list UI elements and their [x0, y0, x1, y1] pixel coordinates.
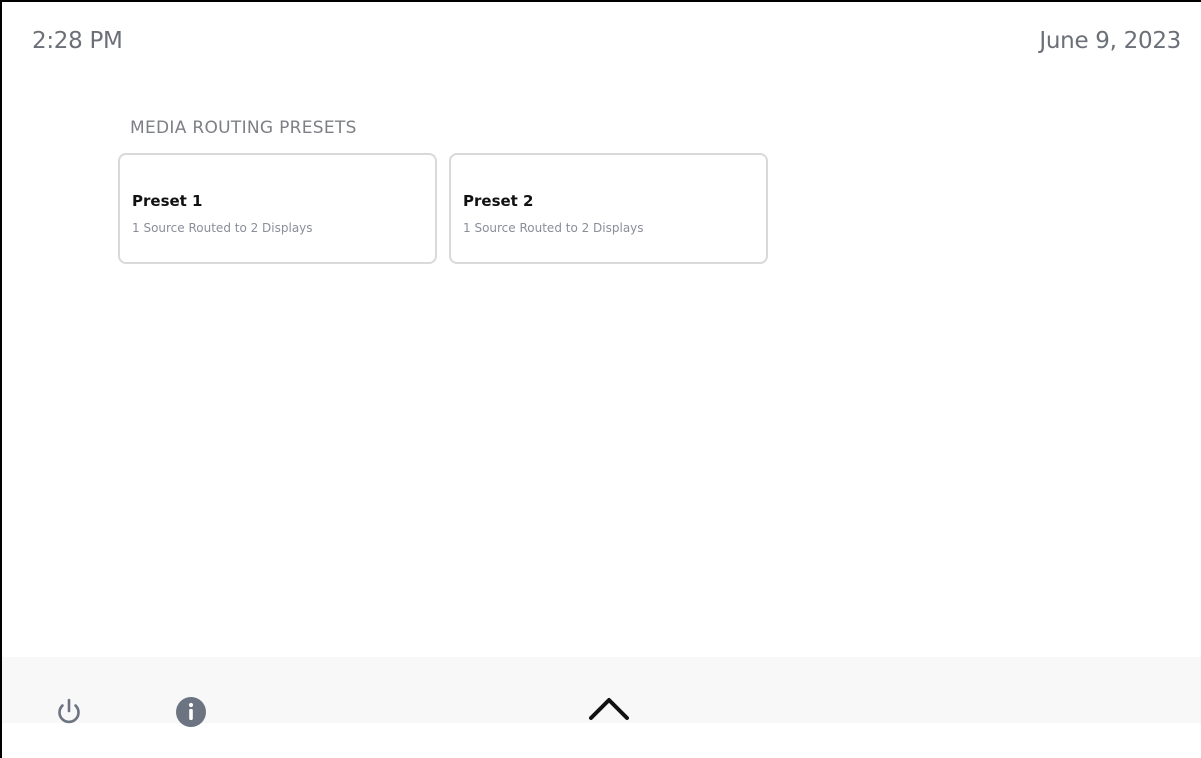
preset-description: 1 Source Routed to 2 Displays — [132, 221, 313, 235]
preset-card-1[interactable]: Preset 1 1 Source Routed to 2 Displays — [118, 153, 437, 264]
preset-name: Preset 1 — [132, 192, 203, 210]
section-title: MEDIA ROUTING PRESETS — [130, 118, 357, 138]
preset-card-2[interactable]: Preset 2 1 Source Routed to 2 Displays — [449, 153, 768, 264]
status-date: June 9, 2023 — [1039, 28, 1181, 54]
info-icon — [176, 697, 206, 727]
preset-name: Preset 2 — [463, 192, 534, 210]
power-button[interactable] — [52, 695, 86, 729]
expand-up-button[interactable] — [585, 692, 633, 722]
power-icon — [58, 698, 80, 724]
info-button[interactable] — [174, 695, 208, 729]
bottom-bar — [2, 657, 1201, 727]
chevron-up-icon — [589, 698, 629, 720]
status-time: 2:28 PM — [32, 28, 123, 54]
preset-description: 1 Source Routed to 2 Displays — [463, 221, 644, 235]
touch-panel-screen: 2:28 PM June 9, 2023 MEDIA ROUTING PRESE… — [0, 0, 1201, 758]
preset-list: Preset 1 1 Source Routed to 2 Displays P… — [118, 153, 768, 264]
